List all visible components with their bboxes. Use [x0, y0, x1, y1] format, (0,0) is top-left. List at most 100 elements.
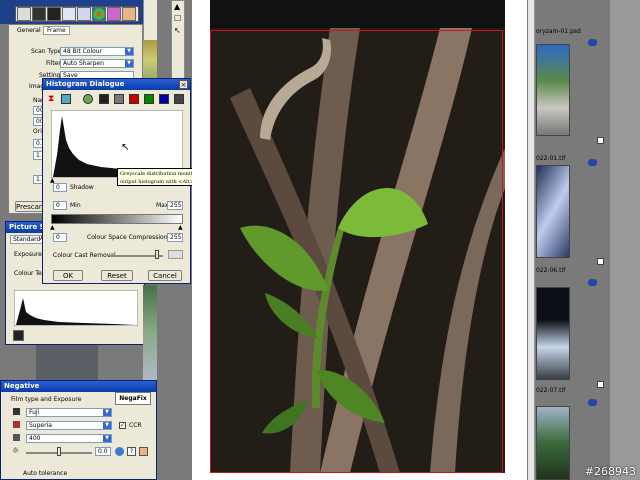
scan-frame[interactable] — [210, 30, 503, 473]
reset-label: Reset — [107, 272, 127, 280]
prescan-label: Prescan — [16, 203, 44, 211]
green-channel-icon[interactable] — [144, 94, 154, 104]
pin-icon[interactable]: ⧗ — [48, 94, 54, 104]
portrait-icon[interactable] — [122, 7, 136, 21]
compression-right-field[interactable]: 255 — [167, 233, 183, 242]
cast-removal-handle[interactable] — [155, 250, 159, 259]
cast-removal-value[interactable] — [168, 250, 183, 259]
tab-general[interactable]: General — [17, 27, 41, 34]
pencil-icon[interactable] — [77, 7, 91, 21]
film-value: Superia — [29, 422, 52, 429]
filter-select[interactable]: Auto Sharpen ▼ — [60, 59, 134, 68]
mouse-cursor-icon: ↖ — [121, 142, 130, 153]
iso-value: 400 — [29, 435, 41, 442]
shadow-field[interactable]: 0 — [53, 183, 67, 192]
thumbnail-scrollbar[interactable] — [528, 0, 535, 480]
thumb-badge-icon — [588, 159, 597, 166]
min-field[interactable]: 0 — [53, 201, 67, 210]
output-max-handle[interactable]: ▲ — [178, 224, 183, 231]
square-icon[interactable]: ☐ — [174, 14, 181, 23]
exposure-handle[interactable] — [57, 447, 61, 456]
compression-right-value: 255 — [170, 234, 182, 241]
tab-standard[interactable]: Standard — [10, 235, 44, 244]
sun-icon: ☼ — [12, 446, 20, 455]
thumb-badge-icon — [588, 399, 597, 406]
thumb-badge-icon — [588, 279, 597, 286]
thumb-checkbox[interactable] — [597, 137, 604, 144]
compression-left-field[interactable]: 0 — [53, 233, 67, 242]
compression-label: Colour Space Compression — [87, 234, 168, 241]
help-icon[interactable]: ? — [127, 447, 136, 456]
film-section-label: Film type and Exposure — [11, 396, 82, 403]
thumbnail-1[interactable] — [536, 44, 570, 136]
levels-icon[interactable] — [47, 7, 61, 21]
thumb-checkbox[interactable] — [597, 258, 604, 265]
crop-icon[interactable] — [32, 7, 46, 21]
thumbnail-column-right — [610, 0, 640, 480]
chevron-down-icon: ▼ — [125, 48, 133, 55]
chevron-down-icon: ▼ — [125, 60, 133, 67]
color-wheel-icon[interactable] — [92, 7, 106, 21]
min-label: Min — [70, 202, 81, 209]
thumbnail-2[interactable] — [536, 165, 570, 258]
thumb-badge-icon — [588, 39, 597, 46]
histogram-icon[interactable] — [13, 330, 24, 341]
negafix-logo-text: NegaFix — [119, 395, 147, 402]
film-select[interactable]: Superia ▼ — [26, 421, 112, 430]
shadow-label: Shadow — [70, 184, 94, 191]
ok-button[interactable]: OK — [53, 270, 83, 281]
preview-top-band — [210, 0, 505, 28]
ccr-checkbox[interactable]: ✓ — [119, 422, 126, 429]
scan-type-label: Scan Type — [31, 48, 62, 55]
side-toolbar-2 — [171, 0, 185, 80]
person-icon[interactable] — [139, 447, 148, 456]
watermark: #268943 — [584, 465, 636, 478]
scan-type-value: 48 Bit Colour — [63, 48, 103, 55]
cast-removal-label: Colour Cast Removal — [53, 252, 116, 259]
blue-channel-icon[interactable] — [159, 94, 169, 104]
prescan-button[interactable]: Prescan — [15, 201, 43, 212]
curves-icon[interactable] — [62, 7, 76, 21]
exposure-value: 0.0 — [98, 448, 108, 455]
scan-type-select[interactable]: 48 Bit Colour ▼ — [60, 47, 134, 56]
thumb-file-1[interactable]: oryzam-01.psd — [536, 28, 581, 35]
refresh-icon[interactable] — [115, 447, 124, 456]
eye-icon[interactable] — [61, 94, 71, 104]
cancel-button[interactable]: Cancel — [148, 270, 182, 281]
max-field[interactable]: 255 — [167, 201, 183, 210]
close-icon[interactable]: × — [179, 80, 188, 89]
thumb-file-4[interactable]: 022-07.tif — [536, 387, 565, 394]
negative-title-bar: Negative — [1, 381, 156, 392]
output-gradient[interactable] — [51, 214, 183, 224]
histogram-view-icon[interactable] — [174, 94, 184, 104]
rgb-channel-icon[interactable] — [83, 94, 93, 104]
ok-label: OK — [62, 272, 74, 280]
magnifier-icon[interactable] — [17, 7, 31, 21]
filter-label: Filter — [46, 60, 61, 67]
reset-button[interactable]: Reset — [101, 270, 133, 281]
auto-tolerance-label: Auto tolerance — [23, 470, 68, 477]
white-channel-icon[interactable] — [114, 94, 124, 104]
thumb-file-3[interactable]: 022-06.tif — [536, 267, 565, 274]
thumbnail-3[interactable] — [536, 287, 570, 380]
chevron-down-icon: ▼ — [103, 409, 111, 416]
palette-icon[interactable] — [107, 7, 121, 21]
maker-value: Fuji — [29, 409, 40, 416]
maker-select[interactable]: Fuji ▼ — [26, 408, 112, 417]
red-channel-icon[interactable] — [129, 94, 139, 104]
thumb-checkbox[interactable] — [597, 381, 604, 388]
iso-select[interactable]: 400 ▼ — [26, 434, 112, 443]
tab-frame[interactable]: Frame — [43, 26, 70, 35]
thumb-file-2[interactable]: 022-01.tif — [536, 155, 565, 162]
grey-channel-icon[interactable] — [99, 94, 109, 104]
thumbnail-4[interactable] — [536, 406, 570, 480]
arrow-up-icon[interactable]: ▲ — [174, 2, 180, 11]
min-value: 0 — [56, 202, 60, 209]
histogram-title: Histogram Dialogue — [46, 80, 125, 88]
exposure-field[interactable]: 0.0 — [95, 447, 111, 456]
output-min-handle[interactable]: ▲ — [50, 224, 55, 231]
histogram-title-bar: Histogram Dialogue — [43, 79, 190, 90]
filter-value: Auto Sharpen — [63, 60, 104, 67]
pointer-icon[interactable]: ↖ — [174, 26, 181, 35]
negative-panel: Negative Film type and Exposure NegaFix … — [0, 380, 157, 480]
